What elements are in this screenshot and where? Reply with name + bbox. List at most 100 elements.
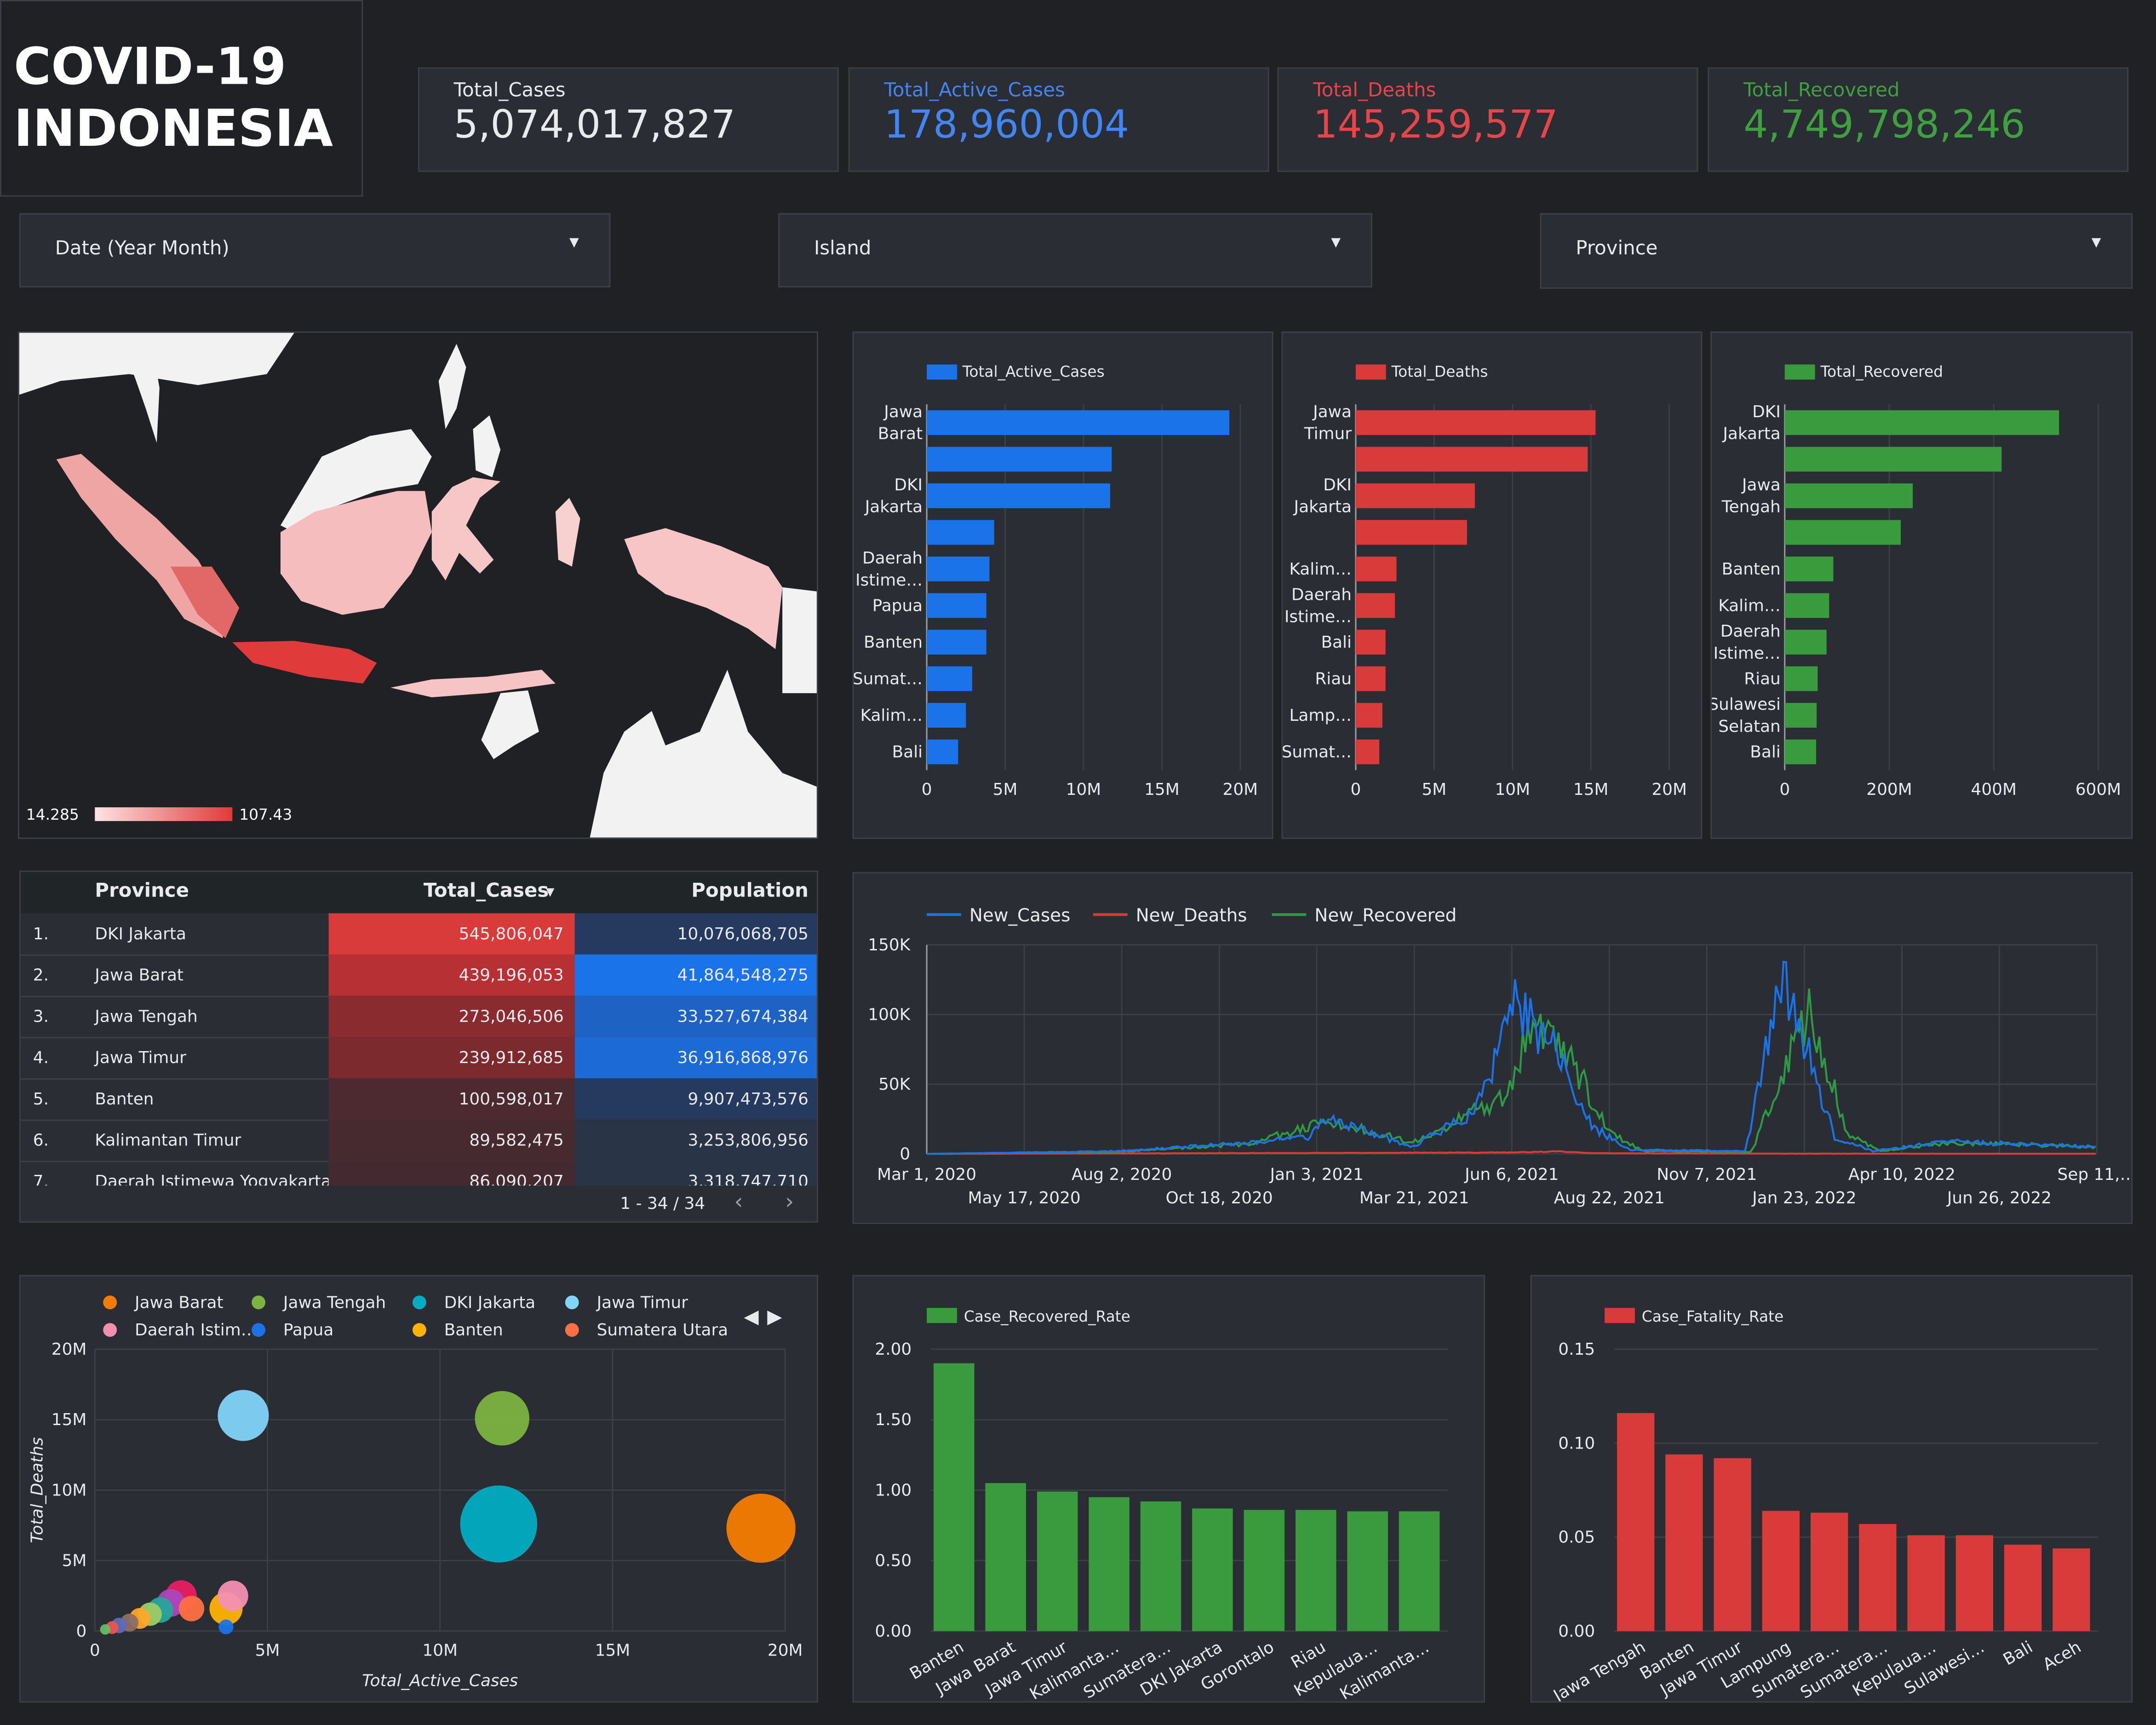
pagination-label: 1 - 34 / 34 [620, 1194, 705, 1213]
x-category-label: Aceh [2040, 1638, 2084, 1674]
row-rank: 6. [33, 1130, 49, 1150]
dropdown-arrow-icon: ▼ [1331, 236, 1341, 251]
bar [927, 447, 1112, 472]
kpi-label: Total_Cases [453, 80, 566, 102]
cell-value: 86,090,207 [469, 1172, 564, 1186]
bar [927, 556, 990, 581]
bar [1089, 1497, 1130, 1631]
legend-label: New_Cases [969, 905, 1071, 926]
y-tick-label: 0.50 [875, 1552, 912, 1570]
bar [927, 410, 1229, 435]
bar [1295, 1510, 1336, 1631]
row-province: Kalimantan Timur [95, 1130, 241, 1150]
sort-desc-icon[interactable]: ▼ [546, 886, 554, 898]
cell-value: 10,076,068,705 [677, 924, 809, 944]
bar [1714, 1458, 1751, 1631]
kpi-total-cases: Total_Cases 5,074,017,827 [418, 67, 839, 172]
y-category-label: Bali [1321, 633, 1352, 652]
bar [2004, 1544, 2042, 1631]
table-row[interactable]: 1. DKI Jakarta 545,806,047 10,076,068,70… [20, 913, 817, 956]
legend-swatch [927, 364, 957, 380]
cell-population: 41,864,548,275 [574, 954, 817, 996]
cell-total-cases: 89,582,475 [328, 1119, 575, 1161]
bar [927, 483, 1110, 508]
x-tick-label: Mar 1, 2020 [877, 1165, 976, 1184]
cell-population: 36,916,868,976 [574, 1037, 817, 1079]
fatality-rate-panel: Case_Fatality_Rate 0.00 0.05 0.10 0.15 Jawa T… [1530, 1275, 2133, 1706]
bar [1244, 1510, 1285, 1631]
legend-label: Sumatera Utara [597, 1321, 728, 1340]
cell-value: 33,527,674,384 [677, 1006, 809, 1026]
legend-label: Jawa Tengah [282, 1293, 386, 1312]
legend-swatch [1355, 364, 1386, 380]
y-category-label: Papua [872, 596, 923, 615]
filter-province-dropdown[interactable]: Province ▼ [1540, 213, 2133, 289]
table-row[interactable]: 6. Kalimantan Timur 89,582,475 3,253,806… [20, 1119, 817, 1162]
cell-value: 439,196,053 [459, 965, 564, 985]
column-header-province[interactable]: Province [95, 880, 189, 902]
bar [1399, 1511, 1440, 1631]
x-tick-label: 0 [1779, 780, 1790, 799]
cell-total-cases: 239,912,685 [328, 1037, 575, 1079]
table-row[interactable]: 5. Banten 100,598,017 9,907,473,576 [20, 1078, 817, 1121]
kpi-total-active-cases: Total_Active_Cases 178,960,004 [848, 67, 1269, 172]
x-tick-label: 15M [1144, 780, 1180, 799]
x-tick-label: 5M [993, 780, 1018, 799]
filter-date-dropdown[interactable]: Date (Year Month) ▼ [19, 213, 611, 288]
bar [927, 593, 986, 618]
bubble-point [178, 1596, 205, 1622]
map-panel: 14.285 107.43 [17, 331, 818, 839]
prev-page-button[interactable]: ‹ [734, 1188, 743, 1214]
dropdown-arrow-icon: ▼ [2091, 236, 2101, 251]
table-row[interactable]: 2. Jawa Barat 439,196,053 41,864,548,275 [20, 954, 817, 997]
hbar-active-panel: Total_Active_Cases 0 5M 10M 15M 20M Jawa Barat D… [852, 331, 1273, 839]
table-row[interactable]: 4. Jawa Timur 239,912,685 36,916,868,976 [20, 1037, 817, 1080]
bar [1784, 483, 1913, 508]
choropleth-map[interactable]: 14.285 107.43 [19, 333, 817, 838]
bar [1347, 1511, 1388, 1631]
row-rank: 5. [33, 1089, 49, 1109]
bar [1037, 1491, 1078, 1631]
row-province: Daerah Istimewa Yogyakarta [95, 1172, 331, 1186]
title-line-1: COVID-19 [13, 37, 287, 97]
cell-value: 41,864,548,275 [677, 965, 809, 985]
column-header-total-cases[interactable]: Total_Cases [424, 880, 549, 902]
y-tick-label: 2.00 [875, 1340, 912, 1359]
cell-value: 3,318,747,710 [688, 1172, 809, 1186]
table-row[interactable]: 3. Jawa Tengah 273,046,506 33,527,674,38… [20, 995, 817, 1039]
timeseries-chart: New_Cases New_Deaths New_Recovered 0 50K 100K… [868, 905, 2136, 1208]
cell-total-cases: 273,046,506 [328, 995, 575, 1037]
legend-dot [565, 1295, 579, 1310]
bubble-point [100, 1624, 111, 1635]
x-tick-label: Sep 11,… [2058, 1165, 2132, 1184]
y-category-label: DKI [1752, 402, 1781, 421]
table-row[interactable]: 7. Daerah Istimewa Yogyakarta 86,090,207… [21, 1161, 817, 1186]
y-tick-label: 0.05 [1558, 1528, 1595, 1547]
y-tick-label: 0.00 [1558, 1622, 1595, 1641]
x-tick-label: Apr 10, 2022 [1848, 1165, 1955, 1184]
x-tick-label: 400M [1971, 780, 2017, 799]
kpi-value: 5,074,017,827 [453, 102, 736, 147]
column-header-population[interactable]: Population [691, 880, 808, 902]
row-rank: 7. [33, 1172, 49, 1186]
y-category-label: Banten [1722, 560, 1781, 579]
x-tick-label: 10M [1495, 780, 1530, 799]
y-category-label: Jakarta [1722, 425, 1780, 443]
y-tick-label: 0.10 [1558, 1434, 1595, 1453]
x-tick-label: Mar 21, 2021 [1359, 1189, 1469, 1208]
map-legend-gradient [95, 807, 233, 821]
bar [1355, 739, 1380, 765]
y-category-label: Jawa [1312, 402, 1352, 421]
bar [1955, 1535, 1994, 1631]
bar [1784, 593, 1829, 618]
y-tick-label: 1.50 [875, 1410, 912, 1429]
y-category-label: Daerah [1720, 622, 1781, 641]
next-page-button[interactable]: › [785, 1188, 794, 1214]
filter-island-dropdown[interactable]: Island ▼ [778, 213, 1372, 288]
filter-label: Island [814, 238, 872, 260]
x-tick-label: 20M [1223, 780, 1258, 799]
x-tick-label: 5M [1422, 780, 1446, 799]
x-tick-label: 5M [255, 1641, 280, 1660]
bar [1810, 1512, 1848, 1631]
x-category-label: Jawa Tengah [1549, 1638, 1649, 1701]
